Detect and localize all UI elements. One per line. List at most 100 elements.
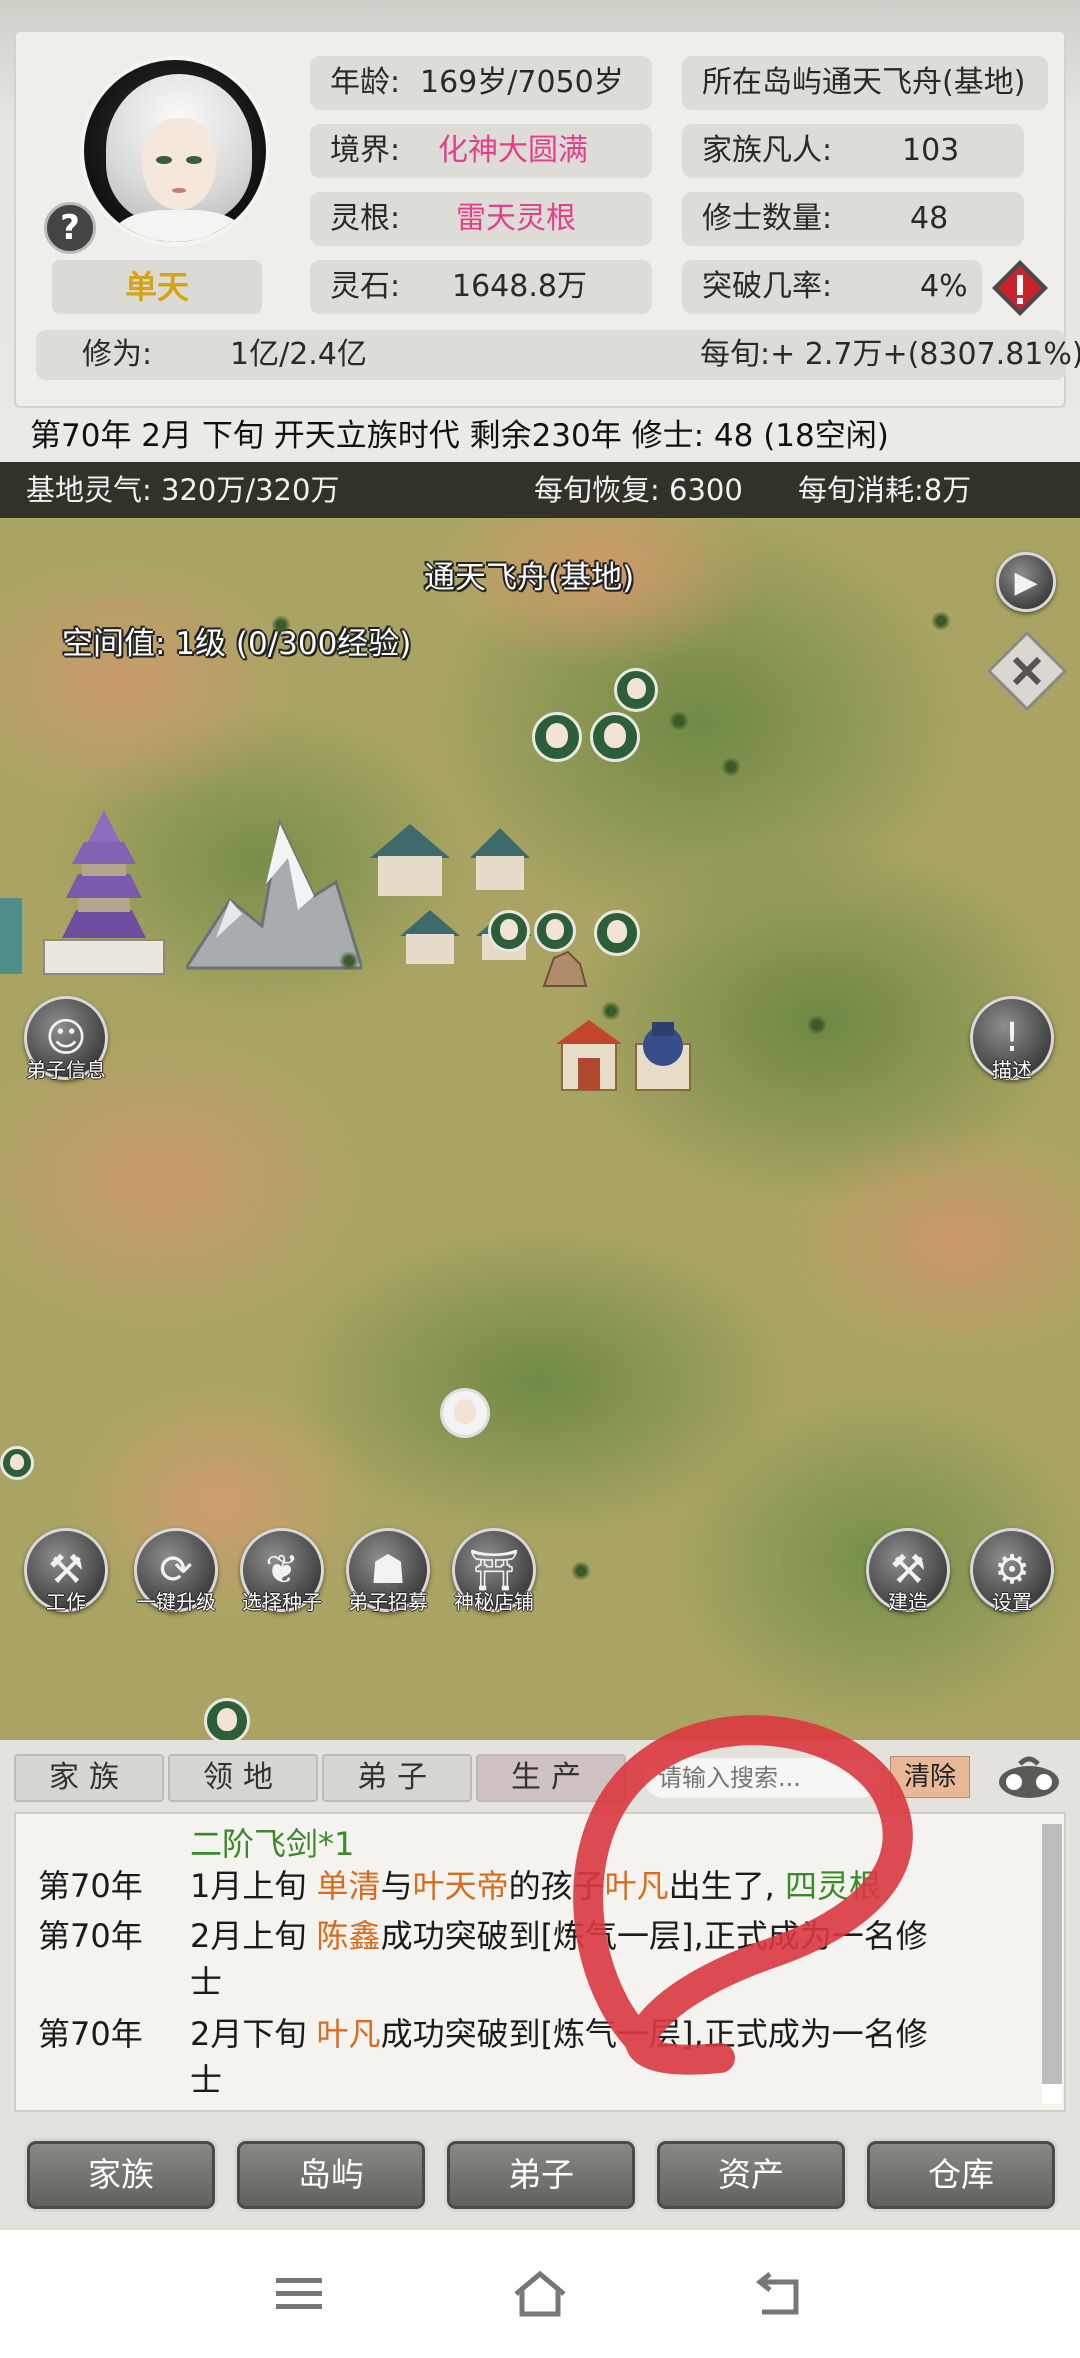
tab-production[interactable]: 生产: [476, 1754, 626, 1802]
base-map[interactable]: 基地灵气: 320万/320万 每旬恢复: 6300 每旬消耗:8万 通天飞舟(…: [0, 462, 1080, 1740]
nav-disciples[interactable]: 弟子: [444, 2138, 638, 2212]
character-portrait[interactable]: [80, 56, 270, 246]
base-energy: 基地灵气: 320万/320万: [26, 473, 340, 507]
log-continuation: 士: [190, 2061, 223, 2099]
describe-button[interactable]: ! 描述: [970, 996, 1054, 1082]
spirit-stone-chip: 灵石: 1648.8万: [310, 260, 652, 314]
disciple-sprite[interactable]: [534, 910, 576, 952]
cultivators-label: 修士数量:: [702, 201, 833, 236]
log-text: 的孩子: [508, 1867, 605, 1905]
age-value: 169岁/7050岁: [420, 65, 624, 100]
spirit-stone-value: 1648.8万: [452, 269, 587, 304]
log-text: 成功突破到[炼气一层],正式成为一名修: [380, 1917, 928, 1955]
cultivation-label: 修为:: [82, 337, 153, 372]
age-label: 年龄:: [330, 65, 401, 100]
log-time: 1月上旬: [190, 1867, 307, 1905]
log-continuation: 士: [190, 1963, 223, 2001]
log-scrollbar-thumb[interactable]: [1042, 2084, 1062, 2104]
space-value: 空间值: 1级 (0/300经验): [62, 626, 412, 662]
disciple-sprite[interactable]: [488, 910, 530, 952]
cultivators-chip: 修士数量: 48: [682, 192, 1024, 246]
log-scrollbar[interactable]: [1042, 1824, 1062, 2104]
disciple-sprite[interactable]: [590, 712, 640, 762]
log-entry: 2月下旬 叶凡成功突破到[炼气一层],正式成为一名修: [190, 2014, 928, 2054]
energy-consumption: 每旬消耗:8万: [798, 473, 972, 507]
event-log[interactable]: 二阶飞剑*1 第70年 1月上旬 单清与叶天帝的孩子叶凡出生了, 四灵根 第70…: [14, 1812, 1066, 2112]
recruit-disciples-label: 弟子招募: [348, 1590, 428, 1614]
system-navigation-bar: [0, 2230, 1080, 2358]
disciple-info-button[interactable]: ☺ 弟子信息: [24, 996, 108, 1082]
mortals-chip: 家族凡人: 103: [682, 124, 1024, 178]
settings-label: 设置: [992, 1590, 1032, 1614]
warning-icon[interactable]: [990, 258, 1050, 318]
spirit-root-chip: 灵根: 雷天灵根: [310, 192, 652, 246]
help-icon[interactable]: ?: [44, 202, 96, 254]
disciple-sprite[interactable]: [532, 712, 582, 762]
spirit-stone-label: 灵石:: [330, 269, 401, 304]
mystery-shop-button[interactable]: ⛩ 神秘店铺: [452, 1528, 536, 1614]
cultivation-bar: 修为: 1亿/2.4亿 每旬:+ 2.7万+(8307.81%): [36, 330, 1080, 380]
log-person: 陈鑫: [316, 1917, 381, 1955]
menu-icon[interactable]: [270, 2266, 330, 2322]
log-text: 成功突破到[炼气一层],正式成为一名修: [380, 2015, 928, 2053]
patriarch-sprite[interactable]: [440, 1388, 490, 1438]
bottom-navigation: 家族 岛屿 弟子 资产 仓库: [0, 2120, 1080, 2230]
timeline-status-bar: 第70年 2月 下旬 开天立族时代 剩余230年 修士: 48 (18空闲): [0, 410, 1080, 462]
log-person: 单清: [316, 1867, 381, 1905]
work-button[interactable]: ⚒ 工作: [24, 1528, 108, 1614]
log-text: 与: [380, 1867, 413, 1905]
mortals-value: 103: [902, 133, 960, 168]
menu-icon[interactable]: [996, 1752, 1062, 1802]
settings-button[interactable]: ⚙ 设置: [970, 1528, 1054, 1614]
rock-terrain: [542, 950, 588, 987]
describe-label: 描述: [992, 1058, 1032, 1082]
island-chip[interactable]: 所在岛屿通天飞舟(基地): [682, 56, 1048, 110]
tab-territory[interactable]: 领地: [168, 1754, 318, 1802]
log-time: 2月上旬: [190, 1917, 307, 1955]
select-seeds-button[interactable]: ❦ 选择种子: [240, 1528, 324, 1614]
realm-chip: 境界: 化神大圆满: [310, 124, 652, 178]
disciple-sprite[interactable]: [0, 1446, 34, 1480]
nav-island[interactable]: 岛屿: [234, 2138, 428, 2212]
clear-button[interactable]: 清除: [890, 1756, 970, 1798]
home-icon[interactable]: [510, 2266, 570, 2322]
play-button[interactable]: ▶: [996, 552, 1056, 612]
nav-warehouse[interactable]: 仓库: [864, 2138, 1058, 2212]
select-seeds-label: 选择种子: [242, 1590, 322, 1614]
character-status-panel: ? 单天 年龄: 169岁/7050岁 境界: 化神大圆满 灵根: 雷天灵根 灵…: [0, 0, 1080, 410]
disciple-sprite[interactable]: [614, 668, 658, 712]
log-reward-line: 二阶飞剑*1: [190, 1825, 355, 1863]
mortals-label: 家族凡人:: [702, 133, 833, 168]
tab-disciples[interactable]: 弟子: [322, 1754, 472, 1802]
spirit-root-value: 雷天灵根: [456, 201, 576, 236]
realm-value: 化神大圆满: [438, 133, 588, 168]
recruit-disciples-button[interactable]: ☗ 弟子招募: [346, 1528, 430, 1614]
breakthrough-value: 4%: [920, 269, 968, 304]
pagoda-building[interactable]: [0, 802, 180, 982]
mountain-terrain: [186, 819, 362, 970]
one-click-upgrade-button[interactable]: ⟳ 一键升级: [134, 1528, 218, 1614]
back-icon[interactable]: [750, 2266, 810, 2322]
log-year: 第70年: [38, 2015, 143, 2053]
base-energy-bar: 基地灵气: 320万/320万 每旬恢复: 6300 每旬消耗:8万: [0, 462, 1080, 518]
character-name: 单天: [52, 260, 262, 314]
disciple-sprite[interactable]: [204, 1698, 250, 1740]
log-person: 叶天帝: [412, 1867, 509, 1905]
search-input[interactable]: [644, 1758, 880, 1798]
tab-family[interactable]: 家族: [14, 1754, 164, 1802]
log-person: 叶凡: [316, 2015, 381, 2053]
cultivation-value: 1亿/2.4亿: [230, 337, 367, 372]
nav-assets[interactable]: 资产: [654, 2138, 848, 2212]
work-label: 工作: [46, 1590, 86, 1614]
log-entry: 2月上旬 陈鑫成功突破到[炼气一层],正式成为一名修: [190, 1916, 928, 1956]
close-icon[interactable]: [986, 630, 1068, 712]
cultivators-value: 48: [910, 201, 949, 236]
realm-label: 境界:: [330, 133, 401, 168]
age-chip: 年龄: 169岁/7050岁: [310, 56, 652, 110]
energy-recovery: 每旬恢复: 6300: [534, 473, 743, 507]
nav-family[interactable]: 家族: [24, 2138, 218, 2212]
build-button[interactable]: ⚒ 建造: [866, 1528, 950, 1614]
disciple-sprite[interactable]: [594, 910, 640, 956]
log-entry: 1月上旬 单清与叶天帝的孩子叶凡出生了, 四灵根: [190, 1866, 881, 1906]
mystery-shop-label: 神秘店铺: [454, 1590, 534, 1614]
